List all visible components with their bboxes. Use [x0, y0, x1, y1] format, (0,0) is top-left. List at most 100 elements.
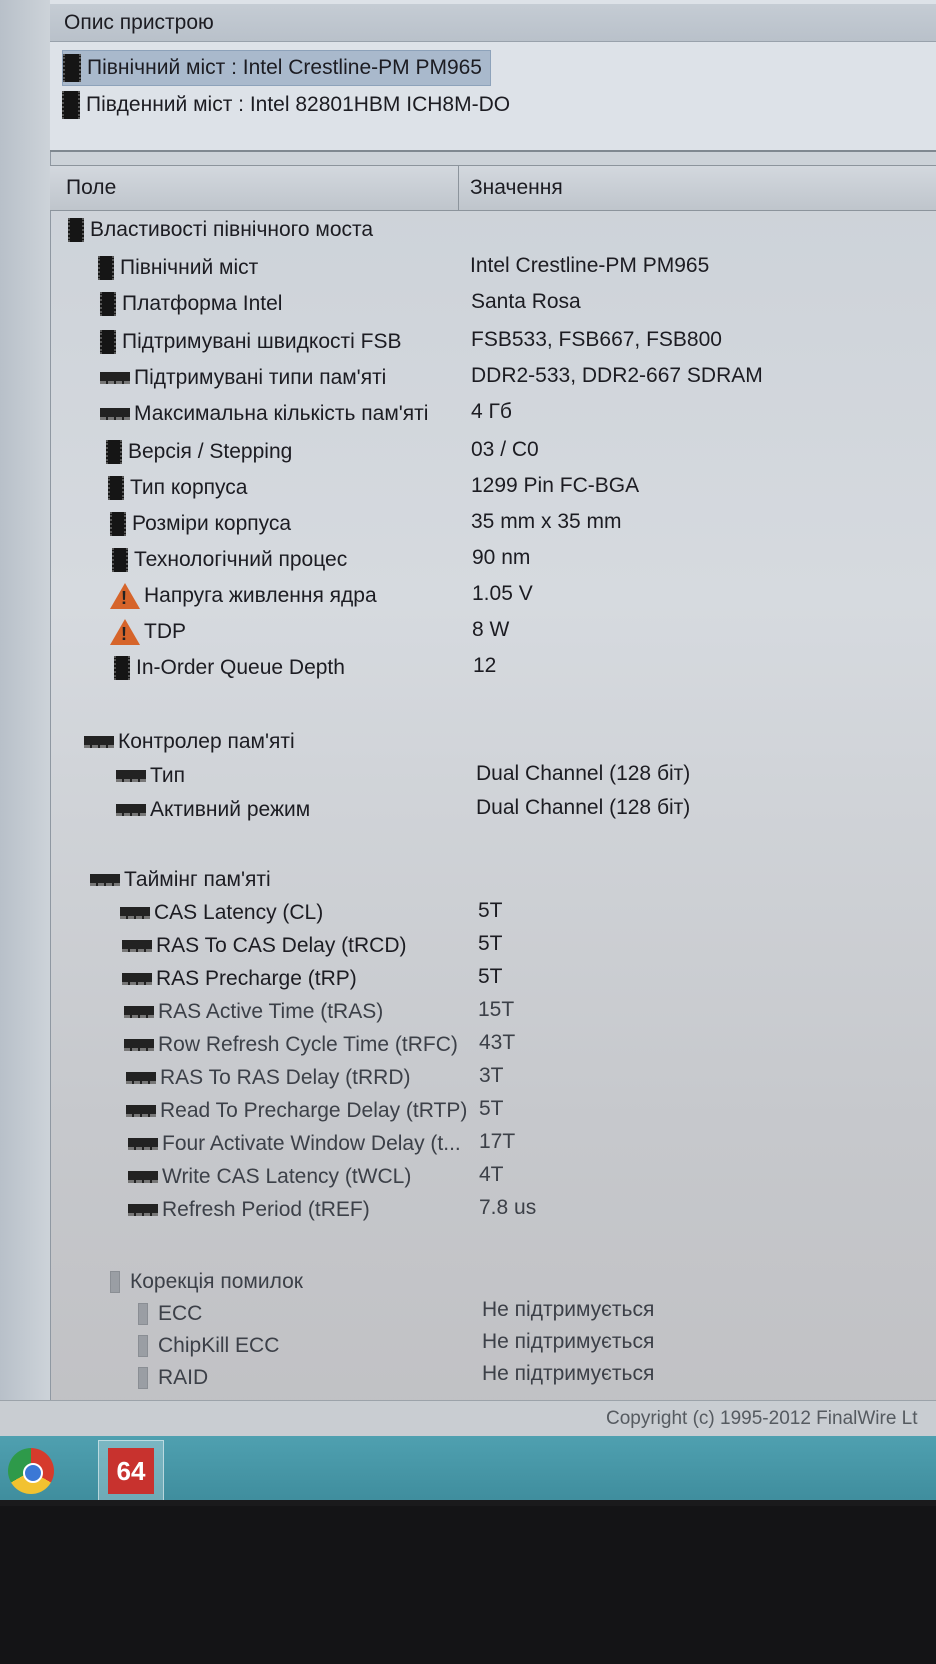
- browser-icon[interactable]: [8, 1448, 54, 1494]
- column-header-field[interactable]: Поле: [66, 166, 116, 210]
- chip-icon: [114, 656, 130, 680]
- row-value: 5T: [478, 932, 503, 955]
- chip-icon: [98, 256, 114, 280]
- memory-bar-icon: [138, 1303, 148, 1325]
- memory-icon: [122, 973, 152, 985]
- row-field: RAS Precharge (tRP): [156, 967, 357, 990]
- row-field: ChipKill ECC: [158, 1334, 280, 1357]
- table-row[interactable]: Технологічний процес: [112, 544, 347, 576]
- table-row[interactable]: Північний міст: [98, 252, 258, 284]
- table-row[interactable]: Підтримувані швидкості FSB: [100, 326, 401, 358]
- memory-icon: [124, 1006, 154, 1018]
- chip-icon: [112, 548, 128, 572]
- group-northbridge-properties[interactable]: Властивості північного моста: [68, 214, 373, 246]
- row-value: Dual Channel (128 біт): [476, 796, 691, 819]
- row-field: Версія / Stepping: [128, 440, 293, 463]
- warning-icon: [110, 583, 140, 609]
- device-item-northbridge[interactable]: Північний міст : Intel Crestline-PM PM96…: [62, 50, 491, 86]
- table-row[interactable]: ChipKill ECC: [138, 1330, 279, 1362]
- memory-icon: [116, 804, 146, 816]
- row-field: RAS To RAS Delay (tRRD): [160, 1066, 411, 1089]
- memory-icon: [100, 372, 130, 384]
- chip-icon: [106, 440, 122, 464]
- taskbar: 64: [0, 1436, 936, 1500]
- device-item-label: Південний міст : Intel 82801HBM ICH8M-DO: [86, 93, 511, 116]
- memory-icon: [116, 770, 146, 782]
- table-row[interactable]: Розміри корпуса: [110, 508, 291, 540]
- memory-icon: [128, 1204, 158, 1216]
- row-value: Santa Rosa: [471, 290, 581, 313]
- taskbar-app-button[interactable]: 64: [98, 1440, 164, 1500]
- row-value: 5T: [478, 899, 503, 922]
- row-field: Тип: [150, 764, 186, 787]
- table-row[interactable]: Refresh Period (tREF): [128, 1194, 370, 1226]
- row-value: 4 Гб: [471, 400, 512, 423]
- column-header-value[interactable]: Значення: [470, 166, 563, 210]
- row-value: Не підтримується: [482, 1298, 655, 1321]
- group-memory-timing[interactable]: Таймінг пам'яті: [90, 864, 271, 896]
- row-value: Dual Channel (128 біт): [476, 762, 691, 785]
- row-value: DDR2-533, DDR2-667 SDRAM: [471, 364, 763, 387]
- row-value: 43T: [479, 1031, 516, 1054]
- table-row[interactable]: Four Activate Window Delay (t...: [128, 1128, 461, 1160]
- monitor-bezel: [0, 1506, 936, 1664]
- table-row[interactable]: Тип корпуса: [108, 472, 247, 504]
- row-field: Активний режим: [150, 798, 311, 821]
- row-field: Північний міст: [120, 256, 259, 279]
- chip-icon: [100, 292, 116, 316]
- memory-icon: [120, 907, 150, 919]
- row-value: Intel Crestline-PM PM965: [470, 254, 710, 277]
- chip-icon: [62, 91, 80, 119]
- table-row[interactable]: Активний режим: [116, 794, 310, 826]
- table-row[interactable]: RAS Active Time (tRAS): [124, 996, 383, 1028]
- memory-icon: [90, 874, 120, 886]
- row-value: 1299 Pin FC-BGA: [471, 474, 640, 497]
- row-value: 5T: [478, 965, 503, 988]
- row-value: 12: [473, 654, 497, 677]
- table-row[interactable]: RAS Precharge (tRP): [122, 963, 357, 995]
- group-label: Властивості північного моста: [90, 218, 374, 241]
- group-memory-controller[interactable]: Контролер пам'яті: [84, 726, 295, 758]
- table-row[interactable]: Напруга живлення ядра: [110, 580, 377, 612]
- table-row[interactable]: CAS Latency (CL): [120, 897, 323, 929]
- table-row[interactable]: Row Refresh Cycle Time (tRFC): [124, 1029, 458, 1061]
- column-separator[interactable]: [458, 166, 459, 210]
- device-description-title: Опис пристрою: [50, 4, 936, 42]
- group-error-correction[interactable]: Корекція помилок: [110, 1266, 303, 1298]
- memory-bar-icon: [138, 1335, 148, 1357]
- table-row[interactable]: In-Order Queue Depth: [114, 652, 345, 684]
- group-label: Корекція помилок: [130, 1270, 303, 1293]
- table-row[interactable]: Підтримувані типи пам'яті: [100, 362, 386, 394]
- row-field: RAS Active Time (tRAS): [158, 1000, 384, 1023]
- chip-icon: [110, 512, 126, 536]
- table-row[interactable]: ECC: [138, 1298, 202, 1330]
- row-value: 35 mm x 35 mm: [471, 510, 622, 533]
- row-field: Підтримувані швидкості FSB: [122, 330, 402, 353]
- table-row[interactable]: RAID: [138, 1362, 208, 1394]
- device-item-label: Північний міст : Intel Crestline-PM PM96…: [87, 56, 482, 79]
- table-row[interactable]: Тип: [116, 760, 185, 792]
- memory-icon: [84, 736, 114, 748]
- row-value: 1.05 V: [472, 582, 533, 605]
- table-row[interactable]: RAS To RAS Delay (tRRD): [126, 1062, 411, 1094]
- column-header: Поле Значення: [50, 165, 936, 211]
- device-item-southbridge[interactable]: Південний міст : Intel 82801HBM ICH8M-DO: [62, 88, 518, 122]
- aida64-icon: 64: [108, 1448, 154, 1494]
- memory-icon: [126, 1072, 156, 1084]
- row-field: Підтримувані типи пам'яті: [134, 366, 387, 389]
- warning-icon: [110, 619, 140, 645]
- table-row[interactable]: Версія / Stepping: [106, 436, 292, 468]
- table-row[interactable]: TDP: [110, 616, 186, 648]
- left-navigation-edge: [0, 0, 51, 1400]
- memory-icon: [100, 408, 130, 420]
- row-value: 90 nm: [472, 546, 531, 569]
- row-field: Refresh Period (tREF): [162, 1198, 370, 1221]
- chip-icon: [63, 54, 81, 82]
- table-row[interactable]: RAS To CAS Delay (tRCD): [122, 930, 407, 962]
- table-row[interactable]: Read To Precharge Delay (tRTP): [126, 1095, 467, 1127]
- table-row[interactable]: Максимальна кількість пам'яті: [100, 398, 428, 430]
- row-field: In-Order Queue Depth: [136, 656, 345, 679]
- table-row[interactable]: Платформа Intel: [100, 288, 282, 320]
- row-field: Тип корпуса: [130, 476, 248, 499]
- table-row[interactable]: Write CAS Latency (tWCL): [128, 1161, 411, 1193]
